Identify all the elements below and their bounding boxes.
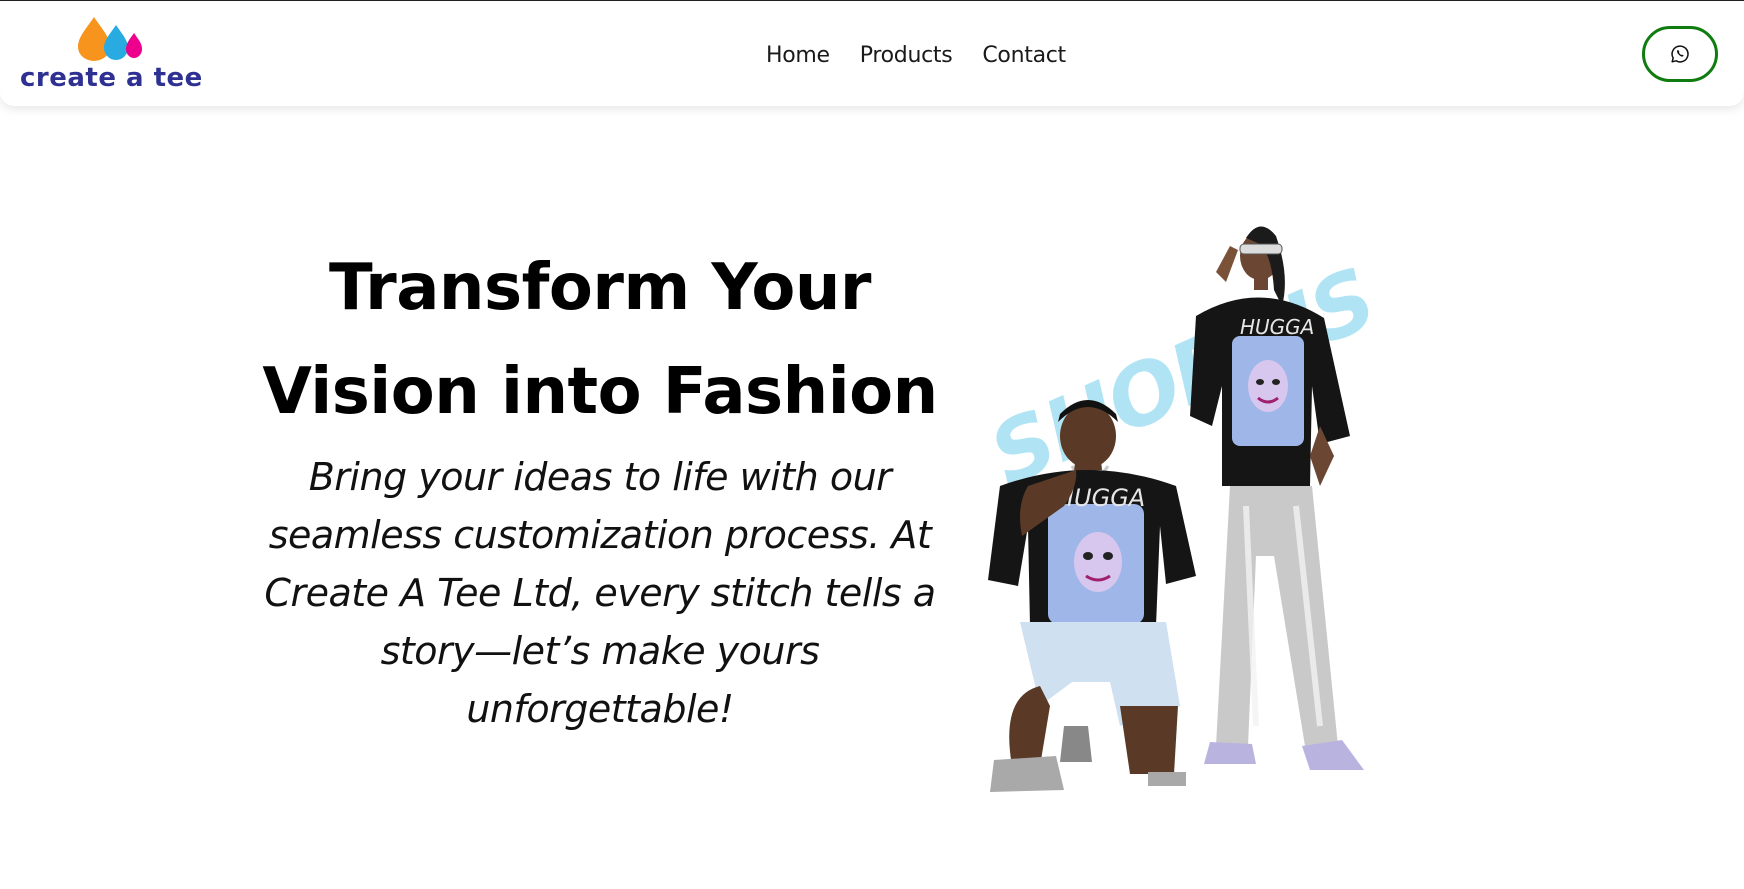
site-header: create a tee Home Products Contact [0, 1, 1744, 106]
hero-section: Transform Your Vision into Fashion Bring… [0, 106, 1744, 889]
nav-contact[interactable]: Contact [982, 43, 1066, 68]
whatsapp-icon [1671, 45, 1689, 63]
nav-home[interactable]: Home [766, 43, 830, 68]
shirt-print-top: HUGGA [1240, 315, 1314, 339]
hero-text-block: Transform Your Vision into Fashion Bring… [240, 236, 960, 738]
hero-title: Transform Your Vision into Fashion [262, 251, 938, 429]
whatsapp-button[interactable] [1642, 26, 1718, 82]
drops-icon [78, 17, 142, 61]
hero-subtitle: Bring your ideas to life with our seamle… [264, 455, 936, 731]
nav-products[interactable]: Products [860, 43, 953, 68]
hero-models-image: SHOP US HUGGA HUGGA [976, 226, 1388, 792]
brand-name: create a tee [20, 63, 203, 93]
main-nav: Home Products Contact [766, 37, 1066, 73]
brand-logo[interactable]: create a tee [18, 15, 208, 95]
